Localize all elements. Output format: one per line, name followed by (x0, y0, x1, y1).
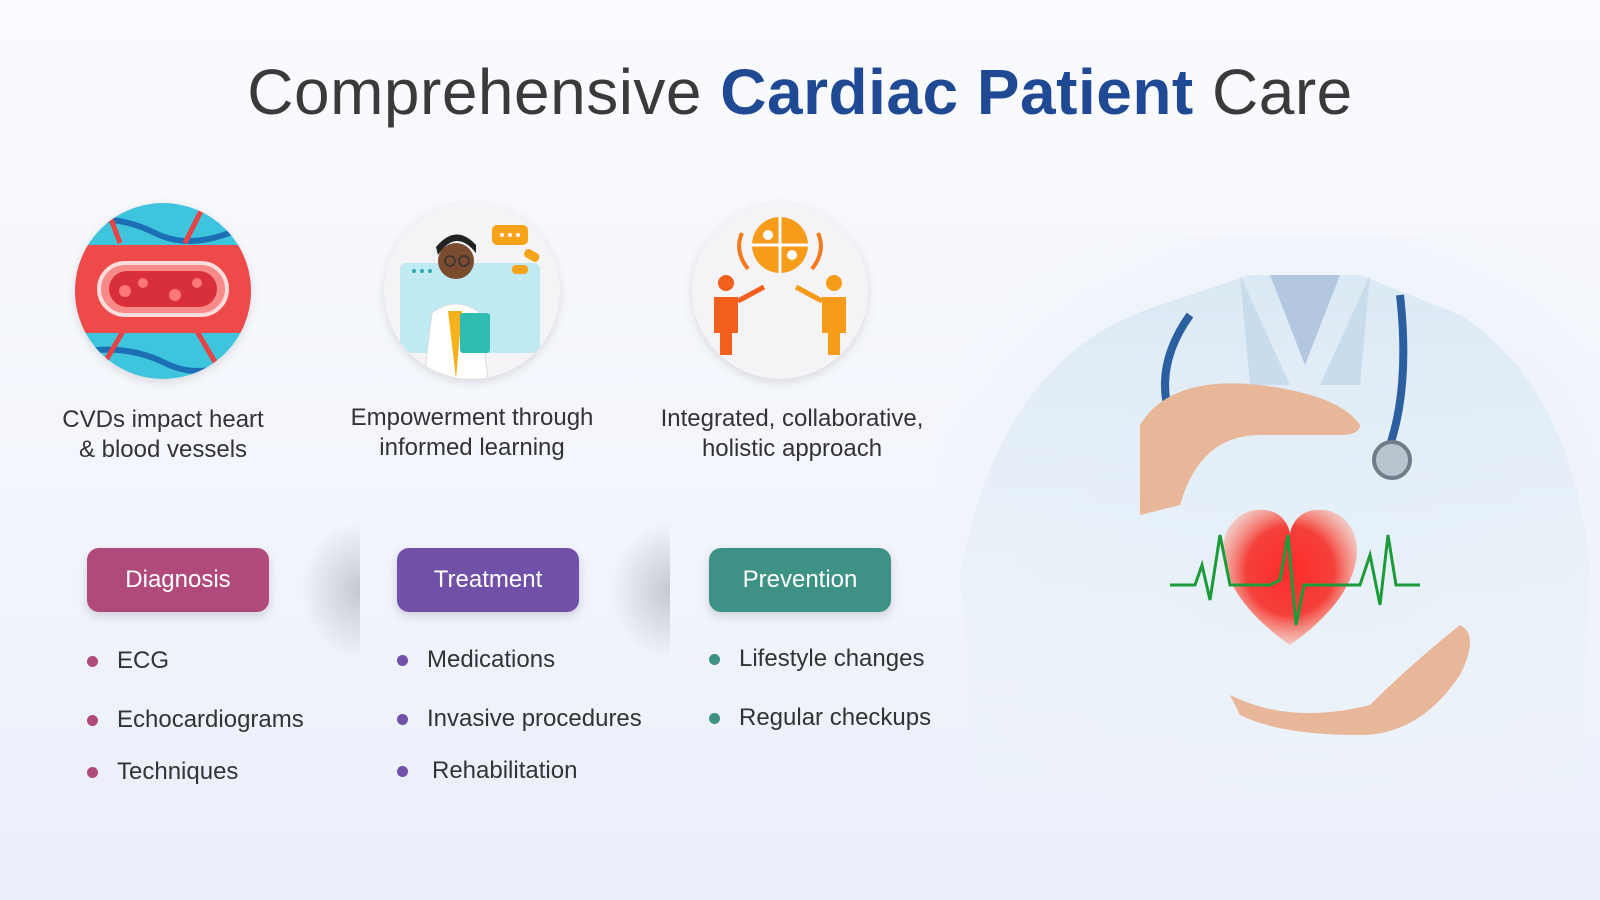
diagnosis-list: ECG Echocardiograms Techniques (87, 646, 304, 787)
bullet-dot (709, 713, 720, 724)
list-item: Regular checkups (709, 703, 931, 733)
list-item: Medications (397, 645, 642, 675)
pill-label: Prevention (742, 566, 858, 593)
pill-label: Diagnosis (125, 566, 231, 593)
caption-line: CVDs impact heart (62, 406, 264, 433)
pill-label: Treatment (433, 566, 543, 593)
prevention-pill: Prevention (709, 548, 891, 612)
bullet-dot (87, 656, 98, 667)
caption-line: Integrated, collaborative, (660, 405, 924, 432)
blood-vessel-icon (75, 203, 251, 379)
bullet-dot (397, 766, 408, 777)
list-item: Echocardiograms (87, 705, 304, 735)
doctor-holding-heart-image (940, 235, 1600, 800)
bullet-dot (397, 655, 408, 666)
list-item: Lifestyle changes (709, 644, 931, 674)
list-item-label: Rehabilitation (432, 757, 578, 784)
caption-line: holistic approach (701, 435, 883, 462)
feature-caption-cvd: CVDs impact heart & blood vessels (13, 405, 313, 465)
list-item-label: Techniques (117, 758, 239, 785)
bullet-dot (87, 767, 98, 778)
title-part2: Care (1193, 56, 1353, 128)
diagnosis-pill: Diagnosis (87, 548, 269, 612)
bullet-dot (397, 714, 408, 725)
feature-caption-empowerment: Empowerment through informed learning (322, 403, 622, 463)
treatment-pill: Treatment (397, 548, 579, 612)
collaboration-puzzle-icon (692, 203, 868, 379)
caption-line: & blood vessels (78, 436, 248, 463)
list-item-label: Echocardiograms (117, 706, 304, 733)
bullet-dot (709, 654, 720, 665)
list-item-label: Lifestyle changes (739, 645, 925, 672)
caption-line: Empowerment through (350, 404, 594, 431)
list-item: Rehabilitation (397, 756, 642, 786)
list-item-label: Regular checkups (739, 704, 932, 731)
title-highlight: Cardiac Patient (720, 56, 1194, 128)
column-divider (610, 520, 670, 660)
treatment-list: Medications Invasive procedures Rehabili… (397, 645, 642, 786)
prevention-list: Lifestyle changes Regular checkups (709, 644, 931, 733)
list-item: Invasive procedures (397, 704, 642, 734)
list-item-label: Invasive procedures (427, 705, 642, 732)
column-divider (300, 520, 360, 660)
doctor-education-icon (384, 203, 560, 379)
list-item: Techniques (87, 757, 304, 787)
list-item-label: ECG (117, 647, 170, 674)
list-item-label: Medications (427, 646, 556, 673)
caption-line: informed learning (379, 434, 565, 461)
title-part1: Comprehensive (247, 56, 721, 128)
bullet-dot (87, 715, 98, 726)
page-title: Comprehensive Cardiac Patient Care (0, 55, 1600, 129)
list-item: ECG (87, 646, 304, 676)
feature-caption-integrated: Integrated, collaborative, holistic appr… (622, 404, 962, 464)
